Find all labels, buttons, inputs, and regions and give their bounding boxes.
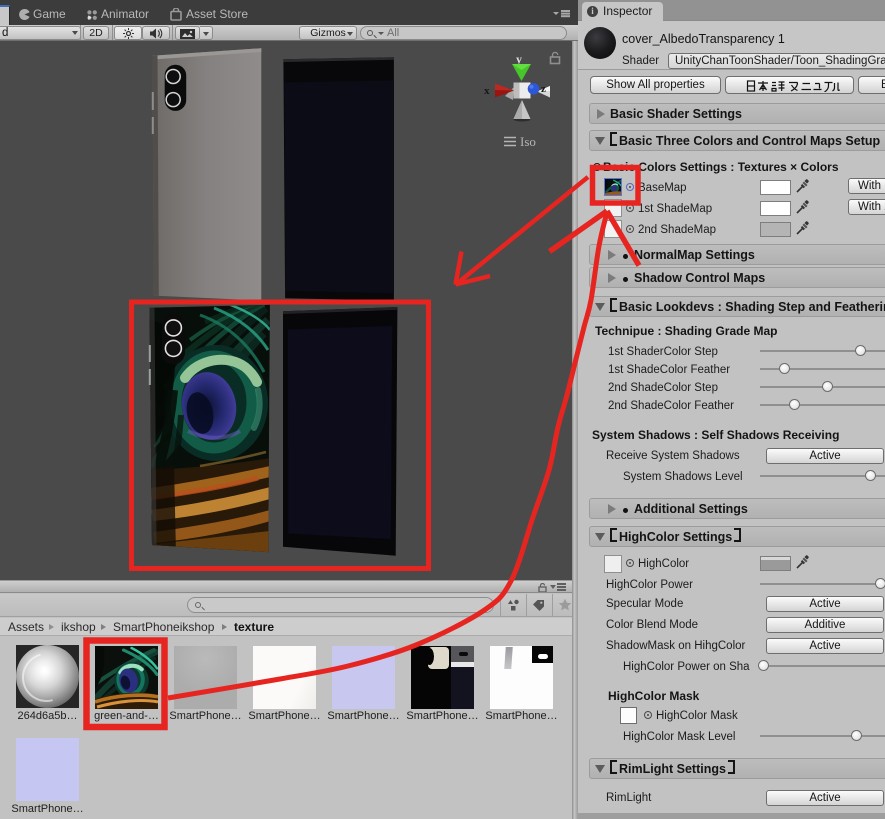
svg-text:Iso: Iso <box>520 134 536 149</box>
svg-text:x: x <box>484 85 490 97</box>
svg-text:y: y <box>516 52 522 66</box>
svg-text:z: z <box>541 83 546 95</box>
